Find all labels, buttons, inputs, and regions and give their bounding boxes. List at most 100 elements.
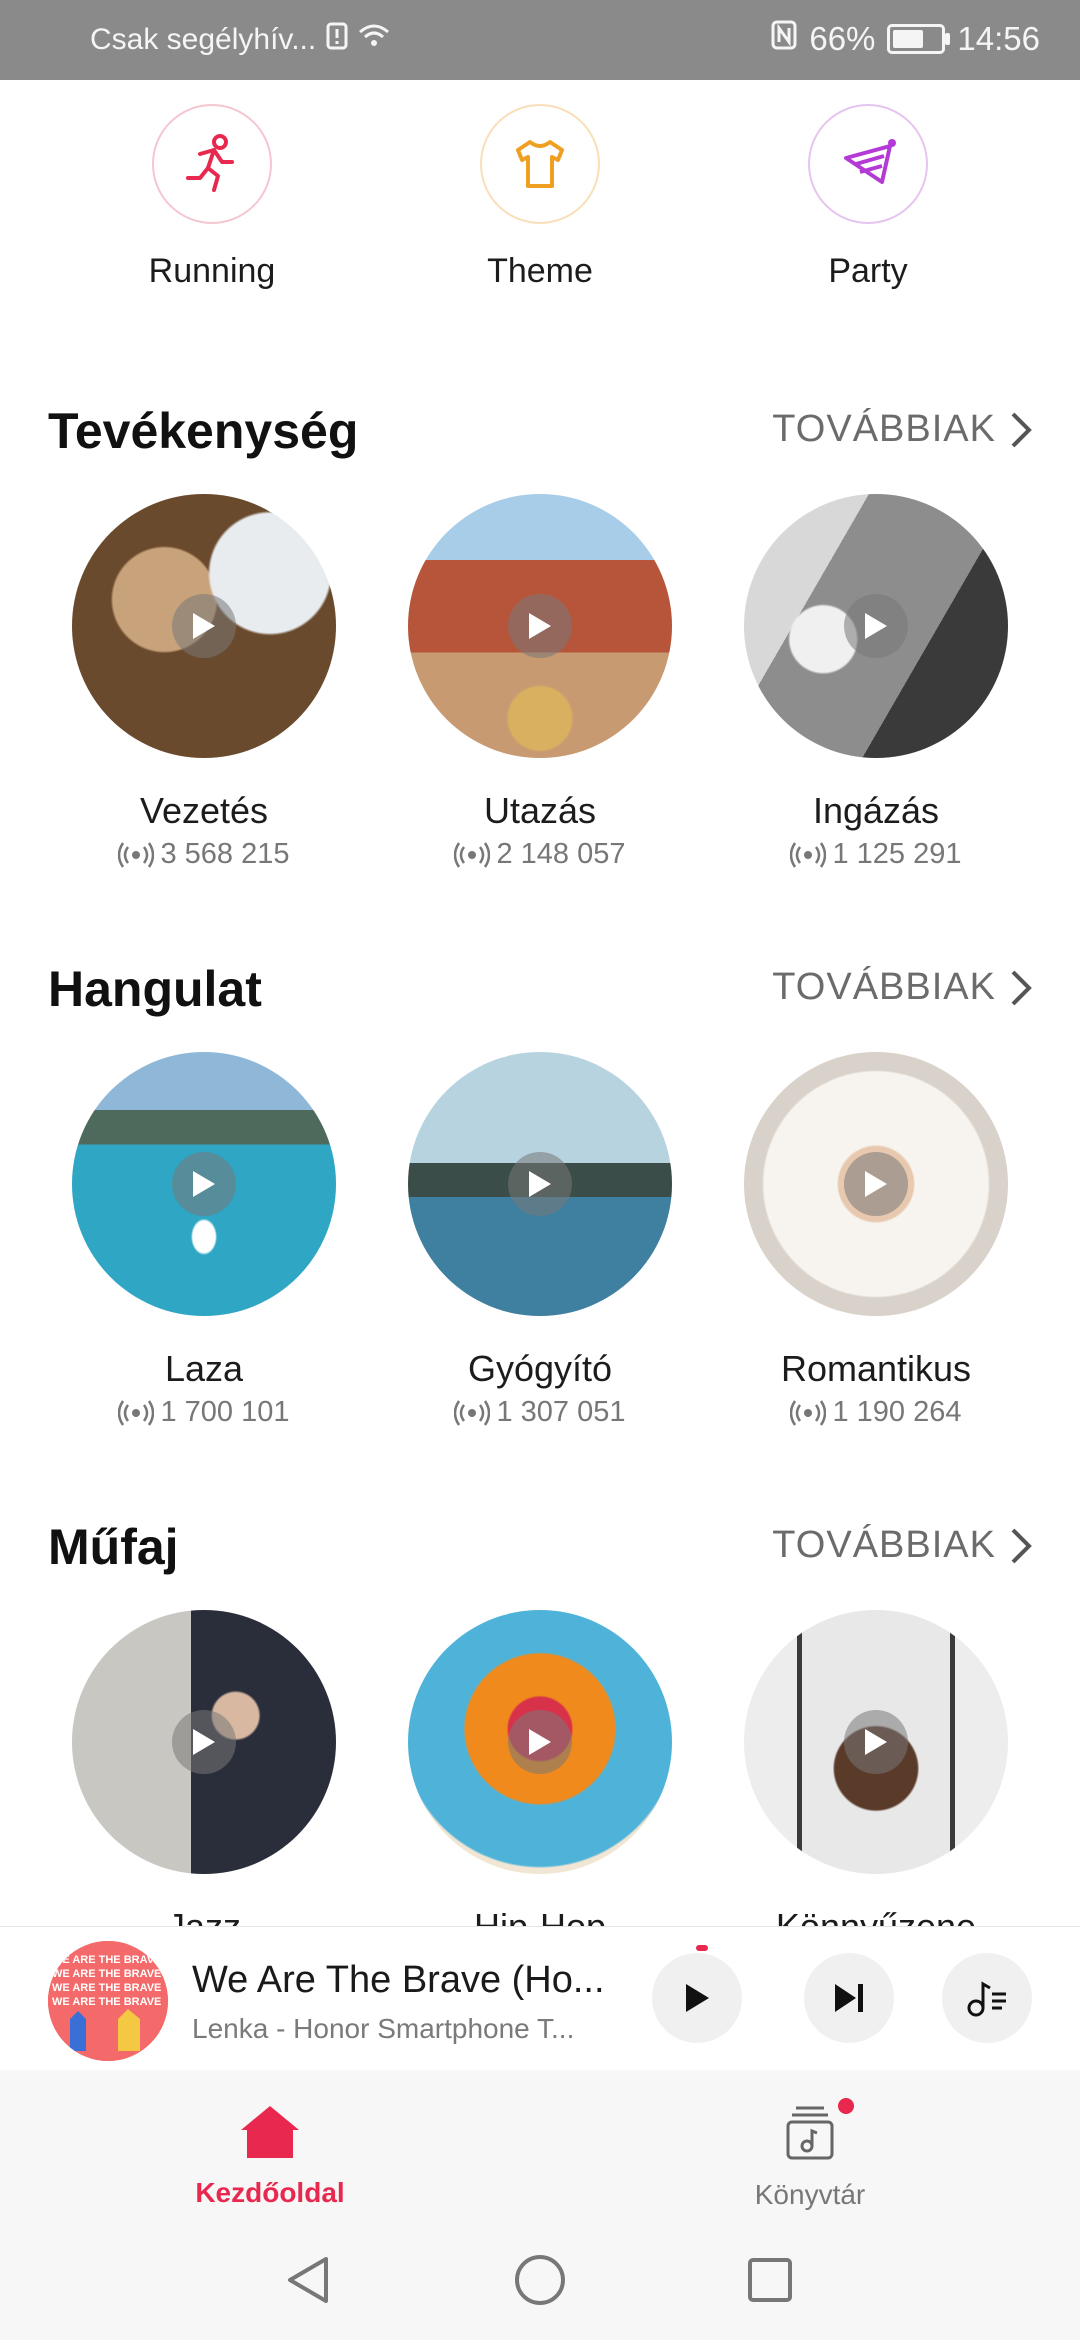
listener-count: 1 190 264: [726, 1396, 1026, 1429]
progress-indicator: [696, 1945, 708, 1951]
broadcast-icon: [790, 841, 827, 868]
category-party[interactable]: Party: [748, 104, 988, 291]
play-icon[interactable]: [844, 1710, 908, 1774]
playlist-tile-jazz[interactable]: Jazz: [54, 1610, 354, 1948]
hiphop-image: [408, 1610, 672, 1874]
playlist-tile-hiphop[interactable]: Hip-Hop: [390, 1610, 690, 1948]
recents-square-icon: [748, 2258, 792, 2302]
playlist-title: Romantikus: [780, 1348, 972, 1389]
mini-player[interactable]: WE ARE THE BRAVE WE ARE THE BRAVE WE ARE…: [0, 1926, 1080, 2071]
clock: 14:56: [957, 20, 1040, 57]
category-theme[interactable]: Theme: [420, 104, 660, 291]
section-title: Tevékenység: [48, 403, 359, 459]
library-icon: [786, 2106, 834, 2160]
album-art[interactable]: WE ARE THE BRAVE WE ARE THE BRAVE WE ARE…: [48, 1941, 168, 2061]
carrier-text: Csak segélyhív...: [90, 23, 317, 56]
home-icon: [241, 2106, 299, 2158]
count-value: 1 190 264: [832, 1396, 962, 1428]
wifi-icon: [358, 23, 390, 57]
track-artist[interactable]: Lenka - Honor Smartphone T...: [192, 2013, 612, 2045]
tab-label: Kezdőoldal: [195, 2177, 345, 2208]
play-icon[interactable]: [508, 594, 572, 658]
running-icon: [152, 104, 272, 224]
tab-library[interactable]: Könyvtár: [680, 2098, 940, 2211]
playlist-tile-pop[interactable]: Könnyűzene: [726, 1610, 1026, 1948]
play-icon[interactable]: [172, 594, 236, 658]
top-categories: Running Theme Party: [0, 104, 1080, 304]
listener-count: 1 125 291: [726, 838, 1026, 871]
play-icon[interactable]: [844, 594, 908, 658]
more-button[interactable]: TOVÁBBIAK: [772, 1524, 1032, 1567]
play-icon[interactable]: [172, 1152, 236, 1216]
count-value: 3 568 215: [160, 838, 290, 870]
recents-button[interactable]: [740, 2250, 800, 2310]
listener-count: 1 700 101: [54, 1396, 354, 1429]
system-navigation-bar: [0, 2218, 1080, 2340]
broadcast-icon: [118, 841, 155, 868]
count-value: 1 307 051: [496, 1396, 626, 1428]
playlist-tile-commuting[interactable]: Ingázás 1 125 291: [726, 494, 1026, 871]
nfc-icon: [771, 20, 797, 58]
status-bar: Csak segélyhív... 66% 14:56: [0, 0, 1080, 80]
playlist-title: Vezetés: [139, 790, 269, 831]
broadcast-icon: [790, 1399, 827, 1426]
category-running[interactable]: Running: [92, 104, 332, 291]
travel-image: [408, 494, 672, 758]
track-title[interactable]: We Are The Brave (Ho...: [192, 1959, 612, 2002]
section-header-activity: Tevékenység TOVÁBBIAK: [48, 402, 1032, 462]
playlist-tile-travel[interactable]: Utazás 2 148 057: [390, 494, 690, 871]
relaxed-image: [72, 1052, 336, 1316]
chevron-right-icon: [1011, 412, 1032, 447]
svg-text:WE ARE THE BRAVE: WE ARE THE BRAVE: [52, 1954, 161, 1966]
play-button[interactable]: [652, 1953, 742, 2043]
section-header-genre: Műfaj TOVÁBBIAK: [48, 1518, 1032, 1578]
play-icon[interactable]: [508, 1710, 572, 1774]
count-value: 1 125 291: [832, 838, 962, 870]
back-button[interactable]: [278, 2250, 338, 2310]
back-triangle-icon: [288, 2257, 328, 2303]
queue-button[interactable]: [942, 1953, 1032, 2043]
battery-icon: [887, 24, 951, 54]
sim-alert-icon: [326, 22, 348, 58]
playlist-queue-icon: [967, 1981, 1006, 2017]
more-button[interactable]: TOVÁBBIAK: [772, 966, 1032, 1009]
more-label: TOVÁBBIAK: [772, 1524, 996, 1566]
more-label: TOVÁBBIAK: [772, 966, 996, 1008]
tab-label: Könyvtár: [754, 2179, 866, 2210]
tab-home[interactable]: Kezdőoldal: [140, 2104, 400, 2209]
category-label: Running: [148, 252, 276, 290]
play-icon[interactable]: [172, 1710, 236, 1774]
play-icon[interactable]: [844, 1152, 908, 1216]
commuting-image: [744, 494, 1008, 758]
category-label: Party: [828, 252, 908, 290]
home-circle-icon: [515, 2255, 565, 2305]
section-title: Műfaj: [48, 1519, 179, 1575]
jazz-image: [72, 1610, 336, 1874]
count-value: 2 148 057: [496, 838, 626, 870]
playlist-tile-relaxed[interactable]: Laza 1 700 101: [54, 1052, 354, 1429]
home-button[interactable]: [510, 2250, 570, 2310]
party-hat-icon: [808, 104, 928, 224]
healing-image: [408, 1052, 672, 1316]
play-icon[interactable]: [508, 1152, 572, 1216]
playlist-title: Laza: [164, 1348, 244, 1389]
next-button[interactable]: [804, 1953, 894, 2043]
category-label: Theme: [487, 252, 593, 290]
playlist-tile-healing[interactable]: Gyógyító 1 307 051: [390, 1052, 690, 1429]
broadcast-icon: [118, 1399, 155, 1426]
playlist-title: Ingázás: [812, 790, 940, 831]
count-value: 1 700 101: [160, 1396, 290, 1428]
chevron-right-icon: [1011, 970, 1032, 1005]
more-label: TOVÁBBIAK: [772, 408, 996, 450]
notification-dot: [838, 2098, 854, 2114]
skip-next-icon: [835, 1984, 863, 2012]
playlist-title: Gyógyító: [467, 1348, 613, 1389]
more-button[interactable]: TOVÁBBIAK: [772, 408, 1032, 451]
chevron-right-icon: [1011, 1528, 1032, 1563]
tshirt-icon: [480, 104, 600, 224]
svg-text:WE ARE THE BRAVE: WE ARE THE BRAVE: [52, 1968, 161, 1980]
playlist-tile-driving[interactable]: Vezetés 3 568 215: [54, 494, 354, 871]
pop-image: [744, 1610, 1008, 1874]
bottom-navigation: Kezdőoldal Könyvtár: [0, 2070, 1080, 2218]
playlist-tile-romantic[interactable]: Romantikus 1 190 264: [726, 1052, 1026, 1429]
